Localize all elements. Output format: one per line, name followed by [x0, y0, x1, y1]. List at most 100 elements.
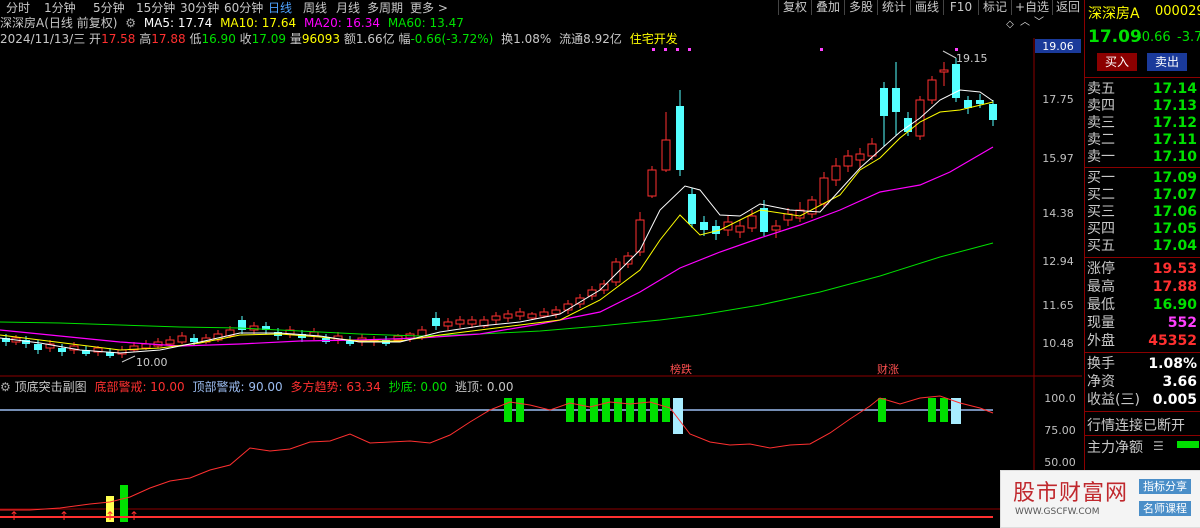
candle[interactable] [417, 329, 427, 337]
buy-button[interactable]: 买入 [1097, 53, 1137, 71]
candle[interactable] [676, 106, 684, 170]
candle[interactable] [58, 348, 66, 352]
top-warn-label: 顶部警戒: 90.00 [192, 380, 283, 394]
candle[interactable] [976, 100, 984, 104]
candle[interactable] [165, 339, 175, 345]
low-row: 最低 16.90 [1087, 297, 1197, 313]
candle[interactable] [141, 343, 151, 349]
candle[interactable] [177, 335, 187, 343]
watermark-tag: 名师课程 [1139, 501, 1191, 516]
top-signal-bar [940, 398, 948, 422]
quote-price: 17.09 [1088, 27, 1142, 47]
indicator-header: ⚙ 顶底突击副图 底部警戒: 10.00 顶部警戒: 90.00 多方趋势: 6… [0, 379, 514, 395]
candle[interactable] [819, 177, 829, 205]
high-annotation: 19.15 [942, 50, 988, 65]
candle[interactable] [661, 139, 671, 171]
buy-arrow-icon: ↑ [59, 509, 69, 523]
low-mark: 10.00 [136, 356, 168, 369]
candle[interactable] [249, 325, 259, 331]
candle[interactable] [700, 222, 708, 230]
candle[interactable] [688, 194, 696, 224]
candle[interactable] [964, 100, 972, 108]
candle[interactable] [855, 153, 865, 161]
candle[interactable] [892, 88, 900, 112]
candle[interactable] [635, 219, 645, 253]
candle[interactable] [735, 225, 745, 233]
net-flow-bar [1177, 441, 1199, 448]
turnover-row: 换手 1.08% [1087, 356, 1197, 372]
sell-button[interactable]: 卖出 [1147, 53, 1187, 71]
net-asset-row: 净资 3.66 [1087, 374, 1197, 390]
price-tick: 17.75 [1042, 93, 1074, 106]
chaodi-label: 抄底: 0.00 [388, 380, 448, 394]
candle[interactable] [551, 309, 561, 315]
candle[interactable] [623, 255, 633, 265]
candle[interactable] [190, 338, 198, 342]
top-signal-bar [928, 398, 936, 422]
top-signal-bar [638, 398, 646, 422]
menu-icon[interactable]: ☰ [1153, 439, 1164, 453]
top-signal-bar [614, 398, 622, 422]
event-markers: 榜跌 财涨 [652, 48, 958, 376]
price-tick: 11.65 [1042, 299, 1074, 312]
candle[interactable] [467, 319, 477, 325]
top-signal-bar [578, 398, 586, 422]
indicator-tick: 50.00 [1044, 456, 1076, 469]
candle[interactable] [539, 311, 549, 317]
price-tick: 10.48 [1042, 337, 1074, 350]
indicator-name[interactable]: 顶底突击副图 [15, 380, 87, 394]
net-flow-label: 主力净额 [1087, 440, 1143, 456]
candle[interactable] [747, 215, 757, 229]
candle[interactable] [647, 169, 657, 197]
candle[interactable] [843, 155, 853, 167]
candle[interactable] [432, 318, 440, 326]
candle[interactable] [611, 261, 621, 283]
top-signal-bar [566, 398, 574, 422]
eps-row: 收益(三) 0.005 [1087, 392, 1197, 408]
taoding-label: 逃顶: 0.00 [454, 380, 514, 394]
candle[interactable] [491, 315, 501, 321]
trend-line [0, 395, 994, 511]
watermark: 股市财富网 WWW.GSCFW.COM 指标分享 名师课程 [1000, 470, 1200, 528]
top-signal-bar [602, 398, 610, 422]
candle[interactable] [771, 225, 781, 231]
watermark-url: WWW.GSCFW.COM [1015, 507, 1100, 517]
candle[interactable] [927, 79, 937, 101]
indicator-tick: 100.0 [1044, 392, 1076, 405]
bid-5[interactable]: 买五 17.04 [1085, 236, 1200, 256]
indicator-bars [106, 398, 961, 522]
connection-status: 行情连接已断开 [1087, 418, 1185, 434]
ask-1[interactable]: 卖一 17.10 [1085, 147, 1200, 167]
top-signal-bar [516, 398, 524, 422]
candle[interactable] [989, 104, 997, 120]
top-signal-bar [662, 398, 670, 422]
kline-chart[interactable]: 19.06 17.75 15.97 14.38 12.94 11.65 10.4… [0, 0, 1082, 526]
top-warning-bar [673, 398, 683, 434]
top-signal-bar [626, 398, 634, 422]
candle[interactable] [443, 321, 453, 327]
bottom-warn-label: 底部警戒: 10.00 [94, 380, 185, 394]
candle[interactable] [515, 311, 525, 317]
current-volume-row: 现量 552 [1087, 315, 1197, 331]
price-tick: 14.38 [1042, 207, 1074, 220]
indicator-tick: 75.00 [1044, 424, 1076, 437]
candle[interactable] [503, 313, 513, 319]
limit-up-row: 涨停 19.53 [1087, 261, 1197, 277]
indicator-settings-icon[interactable]: ⚙ [0, 380, 11, 394]
candle[interactable] [527, 313, 537, 319]
candle[interactable] [939, 69, 949, 73]
candle[interactable] [831, 165, 841, 181]
trend-label: 多方趋势: 63.34 [290, 380, 381, 394]
candle[interactable] [455, 319, 465, 325]
quote-change: -0.66 [1137, 30, 1171, 45]
candle[interactable] [760, 208, 768, 232]
top-signal-bar [504, 398, 512, 422]
top-signal-bar [878, 398, 886, 422]
candle[interactable] [880, 88, 888, 116]
event-label[interactable]: 财涨 [877, 362, 899, 376]
candle[interactable] [34, 344, 42, 350]
watermark-tag: 指标分享 [1139, 479, 1191, 494]
price-tick: 12.94 [1042, 255, 1074, 268]
quote-stock-name: 深深房A [1088, 6, 1140, 22]
event-label[interactable]: 榜跌 [670, 362, 692, 376]
